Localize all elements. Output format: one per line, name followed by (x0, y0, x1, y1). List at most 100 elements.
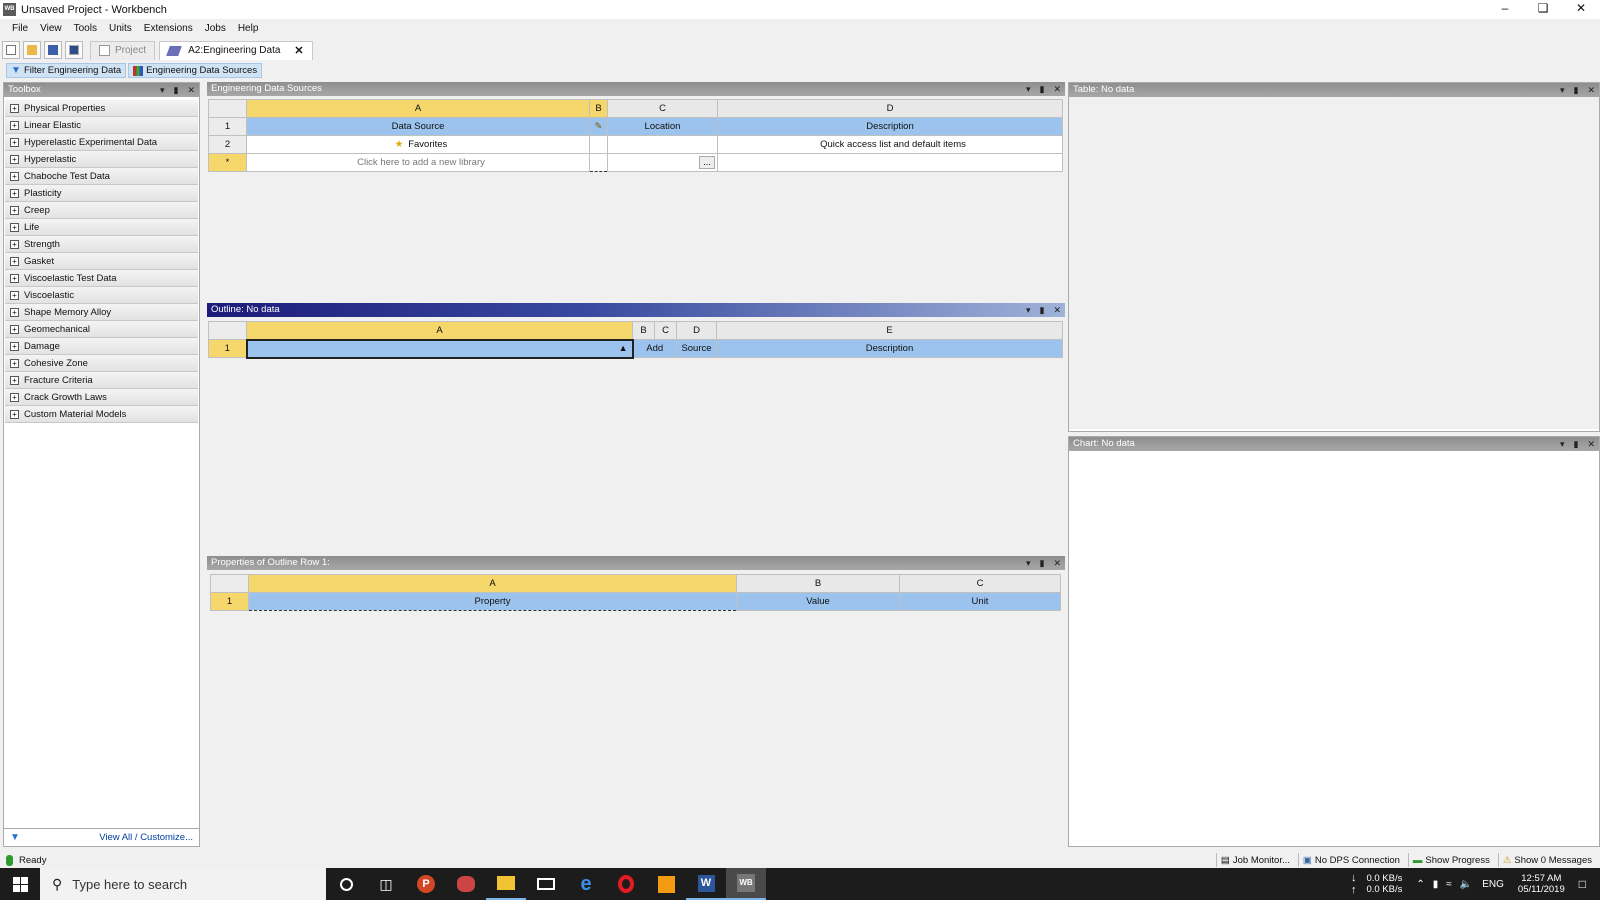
minimize-button[interactable]: – (1486, 0, 1524, 19)
panel-close-icon[interactable]: ✕ (187, 83, 195, 97)
save-button[interactable] (44, 41, 62, 59)
panel-close-icon[interactable]: ✕ (1053, 303, 1061, 317)
clock[interactable]: 12:57 AM 05/11/2019 (1518, 873, 1565, 895)
toolbox-item[interactable]: + Custom Material Models (5, 406, 198, 423)
pin-icon[interactable]: ▮ (1040, 303, 1045, 317)
column-header[interactable]: A (246, 99, 590, 118)
pin-icon[interactable]: ▮ (1574, 437, 1579, 451)
expand-icon[interactable]: + (10, 307, 19, 317)
menu-tools[interactable]: Tools (68, 23, 103, 34)
browse-button[interactable]: ... (699, 156, 715, 169)
favorites-cell[interactable]: ★ Favorites (246, 135, 590, 154)
taskbar-app-workbench[interactable]: WB (726, 868, 766, 900)
close-window-button[interactable]: ✕ (1562, 0, 1600, 19)
toolbox-item[interactable]: + Chaboche Test Data (5, 168, 198, 185)
cell[interactable]: Quick access list and default items (717, 135, 1063, 154)
location-cell[interactable]: ... (607, 153, 718, 172)
column-header[interactable]: B (736, 574, 900, 593)
action-center-icon[interactable]: □ (1579, 877, 1586, 891)
column-header[interactable]: B (589, 99, 608, 118)
expand-icon[interactable]: + (10, 103, 19, 113)
taskbar-app-explorer[interactable] (486, 868, 526, 900)
expand-icon[interactable]: + (10, 256, 19, 266)
panel-dropdown-icon[interactable]: ▾ (1560, 437, 1565, 451)
toolbox-item[interactable]: + Gasket (5, 253, 198, 270)
sort-icon[interactable]: ▲ (619, 343, 628, 353)
tab-engineering-data[interactable]: A2:Engineering Data ✕ (159, 40, 313, 60)
toolbox-item[interactable]: + Geomechanical (5, 321, 198, 338)
new-project-button[interactable] (2, 41, 20, 59)
expand-icon[interactable]: + (10, 341, 19, 351)
panel-close-icon[interactable]: ✕ (1053, 82, 1061, 96)
toolbox-item[interactable]: + Cohesive Zone (5, 355, 198, 372)
save-as-button[interactable] (65, 41, 83, 59)
filter-engineering-data-button[interactable]: ▼ Filter Engineering Data (6, 63, 127, 78)
expand-icon[interactable]: + (10, 205, 19, 215)
add-library-cell[interactable]: Click here to add a new library (246, 153, 590, 172)
show-hidden-icons-chevron-icon[interactable]: ⌃ (1416, 879, 1424, 890)
volume-icon[interactable]: 🔈 (1460, 879, 1472, 890)
expand-icon[interactable]: + (10, 188, 19, 198)
panel-dropdown-icon[interactable]: ▾ (1560, 83, 1565, 97)
edit-pencil-icon[interactable]: ✎ (589, 117, 608, 136)
panel-close-icon[interactable]: ✕ (1587, 437, 1595, 451)
cortana-button[interactable] (326, 868, 366, 900)
pin-icon[interactable]: ▮ (1040, 556, 1045, 570)
close-tab-icon[interactable]: ✕ (294, 44, 303, 57)
cell[interactable] (589, 153, 608, 172)
expand-icon[interactable]: + (10, 324, 19, 334)
taskbar-search-box[interactable]: ⚲ Type here to search (40, 868, 326, 900)
panel-dropdown-icon[interactable]: ▾ (1026, 82, 1031, 96)
expand-icon[interactable]: + (10, 222, 19, 232)
language-indicator[interactable]: ENG (1482, 879, 1504, 890)
cell[interactable]: Data Source (246, 117, 590, 136)
wifi-icon[interactable]: ≈ (1446, 879, 1452, 890)
menu-file[interactable]: File (6, 23, 34, 34)
taskbar-app-mail[interactable] (526, 868, 566, 900)
column-header[interactable]: D (676, 321, 717, 340)
start-button[interactable] (0, 868, 40, 900)
toolbox-item[interactable]: + Crack Growth Laws (5, 389, 198, 406)
expand-icon[interactable]: + (10, 290, 19, 300)
expand-icon[interactable]: + (10, 120, 19, 130)
column-header[interactable]: C (899, 574, 1061, 593)
panel-dropdown-icon[interactable]: ▾ (160, 83, 165, 97)
toolbox-item[interactable]: + Hyperelastic (5, 151, 198, 168)
column-header[interactable]: C (654, 321, 677, 340)
column-header[interactable]: A (248, 574, 737, 593)
menu-units[interactable]: Units (103, 23, 138, 34)
column-header[interactable]: E (716, 321, 1063, 340)
menu-extensions[interactable]: Extensions (138, 23, 199, 34)
expand-icon[interactable]: + (10, 358, 19, 368)
job-monitor-button[interactable]: ▤ Job Monitor... (1215, 853, 1294, 867)
column-header[interactable]: A (246, 321, 633, 340)
expand-icon[interactable]: + (10, 154, 19, 164)
panel-close-icon[interactable]: ✕ (1587, 83, 1595, 97)
toolbox-item[interactable]: + Strength (5, 236, 198, 253)
open-project-button[interactable] (23, 41, 41, 59)
cell[interactable]: Description (716, 339, 1063, 358)
toolbox-item[interactable]: + Fracture Criteria (5, 372, 198, 389)
task-view-button[interactable]: ◫ (366, 868, 406, 900)
toolbox-item[interactable]: + Life (5, 219, 198, 236)
expand-icon[interactable]: + (10, 375, 19, 385)
pin-icon[interactable]: ▮ (1574, 83, 1579, 97)
column-header[interactable]: C (607, 99, 718, 118)
toolbox-item[interactable]: + Creep (5, 202, 198, 219)
taskbar-app-orange[interactable] (646, 868, 686, 900)
expand-icon[interactable]: + (10, 171, 19, 181)
cell[interactable] (589, 135, 608, 154)
table-row[interactable]: 2 ★ Favorites Quick access list and defau… (208, 135, 1063, 154)
cell[interactable]: Source (676, 339, 717, 358)
expand-icon[interactable]: + (10, 409, 19, 419)
table-row[interactable]: 1 Property Value Unit (210, 592, 1061, 611)
cell[interactable]: Location (607, 117, 718, 136)
tab-project[interactable]: Project (90, 40, 156, 60)
panel-dropdown-icon[interactable]: ▾ (1026, 556, 1031, 570)
cell[interactable] (717, 153, 1063, 172)
view-all-customize-link[interactable]: View All / Customize... (99, 832, 193, 843)
dps-connection-button[interactable]: ▣ No DPS Connection (1297, 853, 1404, 867)
toolbox-item[interactable]: + Physical Properties (5, 100, 198, 117)
engineering-data-sources-button[interactable]: Engineering Data Sources (128, 63, 263, 78)
taskbar-app-word[interactable]: W (686, 868, 726, 900)
